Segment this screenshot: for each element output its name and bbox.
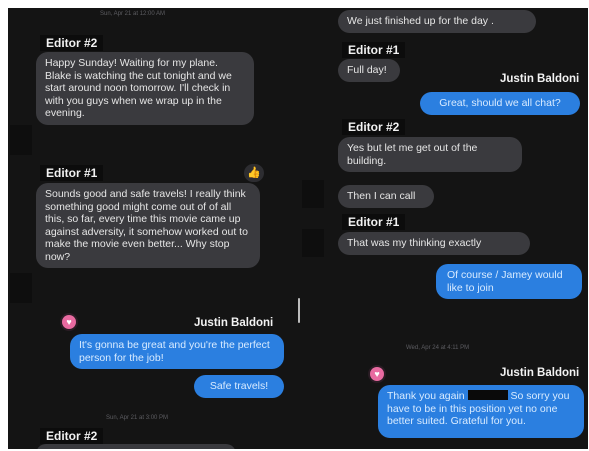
outgoing-message-bubble: Of course / Jamey would like to join bbox=[436, 264, 582, 299]
message-bubble: We just finished up for the day . bbox=[338, 10, 536, 33]
redaction-box bbox=[467, 390, 508, 400]
sender-name-justin: Justin Baldoni bbox=[500, 73, 580, 85]
avatar bbox=[302, 180, 324, 208]
thumbs-up-icon: 👍 bbox=[244, 164, 264, 182]
sender-name-justin: Justin Baldoni bbox=[500, 367, 580, 379]
message-bubble: That was my thinking exactly bbox=[338, 232, 530, 255]
sender-tag-editor2: Editor #2 bbox=[40, 35, 104, 51]
conversation-left: Sun, Apr 21 at 12:00 AM Editor #2 Happy … bbox=[8, 8, 302, 449]
sender-tag-editor2: Editor #2 bbox=[342, 119, 406, 135]
timestamp: Sun, Apr 21 at 3:00 PM bbox=[106, 415, 169, 421]
sender-tag-editor1: Editor #1 bbox=[40, 165, 104, 181]
message-bubble: Happy Sunday! Waiting for my plane. Blak… bbox=[36, 52, 254, 125]
sender-tag-editor2: Editor #2 bbox=[40, 428, 104, 444]
sender-name-justin: Justin Baldoni bbox=[194, 317, 274, 329]
chat-screenshot: Sun, Apr 21 at 12:00 AM Editor #2 Happy … bbox=[8, 8, 588, 449]
avatar bbox=[302, 229, 324, 257]
heart-reaction-icon: ♥ bbox=[370, 367, 384, 381]
message-bubble: Then I can call bbox=[338, 185, 434, 208]
avatar bbox=[10, 125, 32, 155]
outgoing-message-bubble: It's gonna be great and you're the perfe… bbox=[70, 334, 284, 369]
timestamp: Sun, Apr 21 at 12:00 AM bbox=[100, 11, 166, 17]
outgoing-message-bubble: Safe travels! bbox=[194, 375, 284, 398]
scrollbar[interactable] bbox=[298, 298, 300, 323]
outgoing-message-bubble: Great, should we all chat? bbox=[420, 92, 580, 115]
message-bubble: Yes but let me get out of the building. bbox=[338, 137, 522, 172]
sender-tag-editor1: Editor #1 bbox=[342, 214, 406, 230]
heart-reaction-icon: ♥ bbox=[62, 315, 76, 329]
sender-tag-editor1: Editor #1 bbox=[342, 42, 406, 58]
message-bubble: Full day! bbox=[338, 59, 400, 82]
timestamp: Wed, Apr 24 at 4:11 PM bbox=[406, 345, 470, 351]
avatar bbox=[10, 273, 32, 303]
message-text: Thank you again bbox=[387, 390, 465, 402]
message-bubble: Sounds good and safe travels! I really t… bbox=[36, 183, 260, 268]
message-bubble-partial bbox=[36, 444, 236, 449]
outgoing-message-bubble: Thank you again So sorry you have to be … bbox=[378, 385, 584, 438]
conversation-right: We just finished up for the day . Editor… bbox=[302, 8, 588, 449]
